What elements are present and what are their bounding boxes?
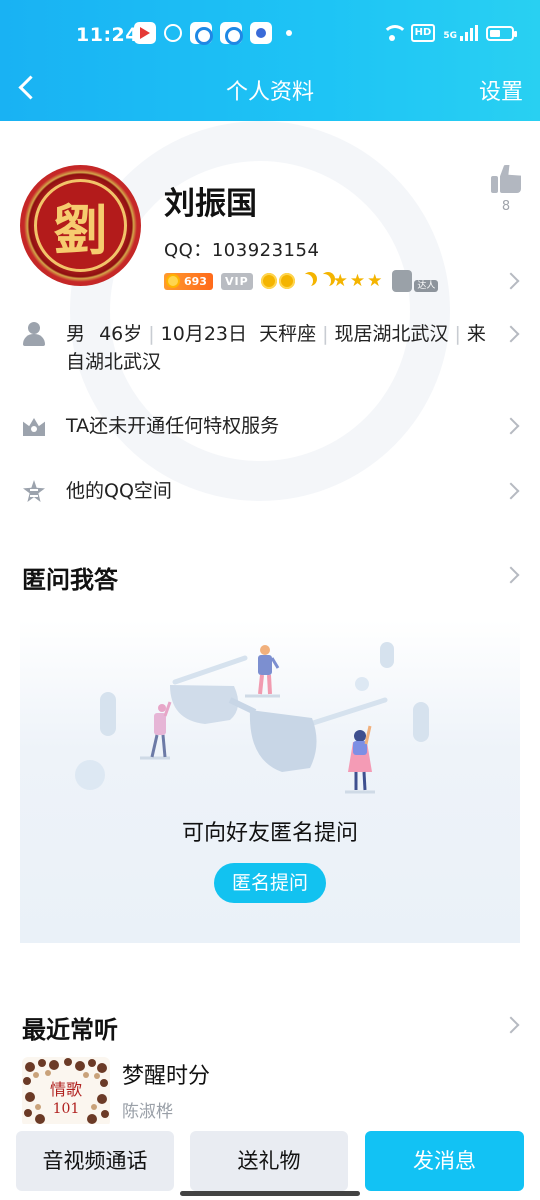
thumbs-up-icon xyxy=(491,165,521,193)
age: 46岁 xyxy=(99,323,143,345)
video-call-button[interactable]: 音视频通话 xyxy=(16,1131,174,1191)
talent-label: 达人 xyxy=(414,280,439,292)
anonymous-qa-card: 可向好友匿名提问 匿名提问 xyxy=(20,620,520,943)
sun-icon xyxy=(278,273,295,289)
crown-icon xyxy=(22,414,46,438)
album-title-text: 情歌 xyxy=(50,1080,82,1099)
song-title: 梦醒时分 xyxy=(122,1064,211,1089)
star-icon: ★ xyxy=(367,271,383,291)
basic-info-text: 男 46岁 | 10月23日 天秤座 | 现居湖北武汉 | 来 自湖北武汉 xyxy=(66,323,486,373)
chevron-right-icon[interactable] xyxy=(502,566,520,584)
person-figure-top xyxy=(258,645,280,695)
chevron-right-icon[interactable] xyxy=(502,417,520,435)
person-figure-left xyxy=(150,701,172,758)
browser-app-icon xyxy=(190,22,213,45)
coin-icon xyxy=(166,274,180,288)
avatar[interactable]: 劉 xyxy=(20,165,141,286)
background-watermark xyxy=(70,121,450,501)
chevron-right-icon[interactable] xyxy=(502,1016,520,1034)
person-figure-right xyxy=(348,725,372,791)
gender: 男 xyxy=(66,323,86,345)
profile-name: 刘振国 xyxy=(164,186,257,222)
status-time: 11:24 xyxy=(76,24,139,46)
qzone-star-icon xyxy=(22,479,46,503)
like-count: 8 xyxy=(501,199,511,214)
cellular-signal-icon: 5G xyxy=(443,25,478,41)
qq-label: QQ： xyxy=(164,240,212,261)
qq-number-line: QQ：103923154 xyxy=(164,236,319,262)
chevron-right-icon[interactable] xyxy=(502,325,520,343)
star-icon: ★ xyxy=(349,271,366,291)
coin-count: 693 xyxy=(184,274,207,288)
recent-music-title: 最近常听 xyxy=(22,1016,118,1044)
chevron-right-icon[interactable] xyxy=(502,272,520,290)
qzone-text: 他的QQ空间 xyxy=(66,480,172,502)
send-message-button[interactable]: 发消息 xyxy=(365,1131,524,1191)
qa-illustration xyxy=(75,642,429,794)
album-cover: 情歌 101 xyxy=(22,1057,110,1127)
qq-number: 103923154 xyxy=(211,240,320,261)
qa-prompt: 可向好友匿名提问 xyxy=(181,821,358,846)
avatar-character: 劉 xyxy=(34,179,127,272)
notification-icons xyxy=(134,22,292,45)
network-type: 5G xyxy=(443,31,457,41)
chevron-right-icon[interactable] xyxy=(502,482,520,500)
send-gift-button[interactable]: 送礼物 xyxy=(190,1131,348,1191)
star-icon: ★ xyxy=(332,271,348,291)
privilege-text: TA还未开通任何特权服务 xyxy=(66,415,280,437)
video-app-icon xyxy=(134,22,156,44)
page-title: 个人资料 xyxy=(225,80,314,105)
anonymous-qa-title: 匿问我答 xyxy=(22,566,118,594)
like-button[interactable]: 8 xyxy=(490,165,522,214)
coin-badge: 693 xyxy=(164,272,213,290)
wifi-icon xyxy=(381,25,408,41)
home-indicator[interactable] xyxy=(180,1191,360,1196)
hd-icon: HD xyxy=(410,24,436,42)
vip-badge: VIP xyxy=(220,272,253,290)
song-artist: 陈淑桦 xyxy=(122,1102,173,1122)
system-icons: HD 5G xyxy=(381,24,517,42)
chat-bubble-icon xyxy=(164,24,182,42)
anonymous-ask-button[interactable]: 匿名提问 xyxy=(214,863,326,903)
sun-icon xyxy=(260,273,277,289)
talent-badge-icon: 达人 xyxy=(390,270,439,292)
qq-app-icon xyxy=(220,22,243,45)
album-number-text: 101 xyxy=(53,1101,80,1117)
battery-icon xyxy=(486,25,517,41)
settings-button[interactable]: 设置 xyxy=(479,74,523,106)
residence: 现居湖北武汉 xyxy=(334,323,449,345)
hometown-prefix: 来 xyxy=(466,323,486,345)
qq-level-icons: ★ ★ ★ xyxy=(260,271,383,291)
hometown: 自湖北武汉 xyxy=(66,351,162,373)
badge-row: 693 VIP ★ ★ ★ 达人 xyxy=(164,270,439,292)
zodiac: 天秤座 xyxy=(259,323,317,345)
baidu-app-icon xyxy=(250,22,272,44)
moon-icon xyxy=(299,274,313,288)
header-bar: 11:24 HD 5G 个人资料 设置 xyxy=(0,0,540,121)
person-icon xyxy=(22,322,46,346)
bottom-action-bar: 音视频通话 送礼物 发消息 xyxy=(0,1124,540,1200)
album-art: 情歌 101 xyxy=(22,1057,110,1127)
more-notifications-dot-icon xyxy=(286,30,292,36)
birthday: 10月23日 xyxy=(160,323,248,345)
status-bar: 11:24 HD 5G xyxy=(0,0,540,72)
moon-icon xyxy=(317,274,331,288)
